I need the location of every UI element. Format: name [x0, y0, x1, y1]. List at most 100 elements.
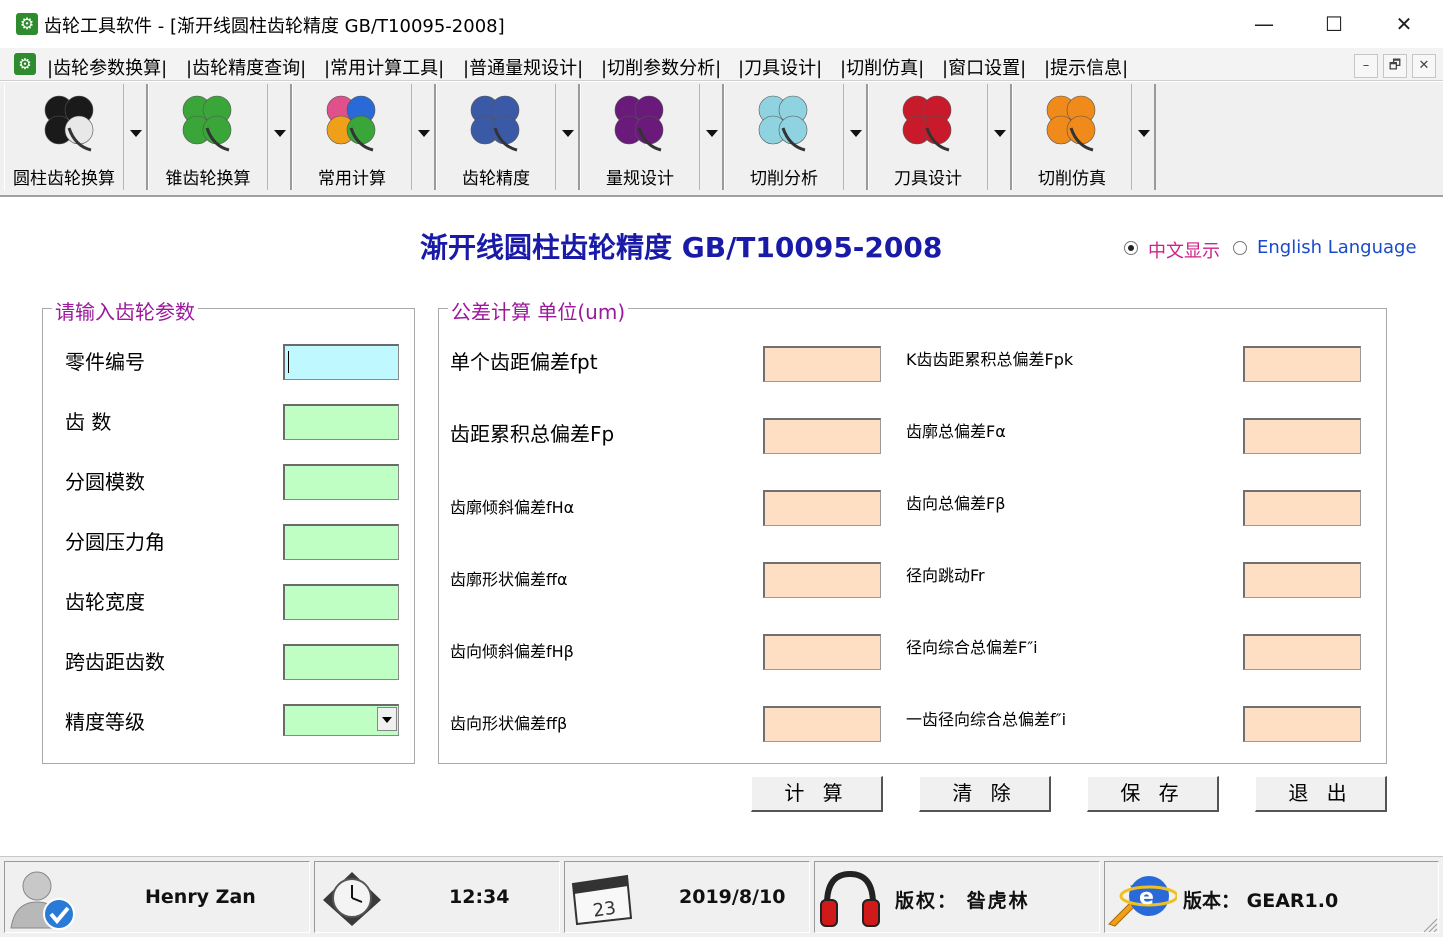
result-ffa-label: 齿廓形状偏差ffα	[450, 570, 568, 589]
window-title: 齿轮工具软件 - [渐开线圆柱齿轮精度 GB/T10095-2008]	[44, 16, 505, 37]
title-bar: ⚙ 齿轮工具软件 - [渐开线圆柱齿轮精度 GB/T10095-2008] — …	[0, 0, 1443, 49]
exit-button[interactable]: 退 出	[1255, 776, 1387, 812]
toolbar: 圆柱齿轮换算 锥齿轮换算 常用计算 齿轮精度 量规设计 切削分析 刀具设计 切削仿真	[0, 82, 1443, 197]
toolbar-dropdown-arrow[interactable]	[267, 84, 292, 190]
result-fha-label: 齿廓倾斜偏差fHα	[450, 498, 575, 517]
toolbar-button-label: 锥齿轮换算	[165, 169, 251, 189]
app-gear-icon[interactable]: ⚙	[16, 13, 38, 35]
mdi-close-button[interactable]: ✕	[1412, 54, 1436, 78]
chevron-down-icon	[850, 130, 862, 137]
dropdown-arrow-icon[interactable]	[377, 707, 397, 731]
toolbar-dropdown-arrow[interactable]	[123, 84, 148, 190]
toolbar-dropdown-arrow[interactable]	[1131, 84, 1156, 190]
result-fpk-label: K齿齿距累积总偏差Fpk	[906, 350, 1074, 369]
status-user-panel: Henry Zan	[4, 861, 310, 933]
pressure-angle-label: 分圆压力角	[65, 530, 165, 554]
label-chinese: 中文显示	[1148, 241, 1220, 262]
resize-grip-icon[interactable]	[1420, 915, 1438, 933]
minimize-button[interactable]: —	[1229, 0, 1299, 48]
gear-precision-button[interactable]: 齿轮精度	[436, 84, 580, 190]
result-fi-single-output	[1243, 706, 1361, 742]
menu-tool-design[interactable]: |刀具设计|	[738, 54, 822, 80]
span-teeth-label: 跨齿距齿数	[65, 650, 165, 674]
bevel-gear-button[interactable]: 锥齿轮换算	[148, 84, 292, 190]
mdi-restore-button[interactable]: 🗗	[1383, 54, 1407, 78]
cylindrical-gear-button[interactable]: 圆柱齿轮换算	[4, 84, 148, 190]
result-fp-label: 齿距累积总偏差Fp	[450, 422, 615, 446]
result-fr-output	[1243, 562, 1361, 598]
result-fr-label: 径向跳动Fr	[906, 566, 985, 585]
result-ffb-label: 齿向形状偏差ffβ	[450, 714, 568, 733]
mdi-gear-icon[interactable]: ⚙	[14, 53, 36, 75]
menu-cutting-params[interactable]: |切削参数分析|	[601, 54, 721, 80]
tooth-count-input[interactable]	[283, 404, 399, 440]
result-fhb-label: 齿向倾斜偏差fHβ	[450, 642, 574, 661]
result-ffb-output	[763, 706, 881, 742]
close-button[interactable]: ✕	[1369, 0, 1439, 48]
chevron-down-icon	[418, 130, 430, 137]
result-fpk-output	[1243, 346, 1361, 382]
result-falpha-output	[1243, 418, 1361, 454]
input-group-title: 请输入齿轮参数	[52, 296, 198, 325]
menu-gear-param[interactable]: |齿轮参数换算|	[47, 54, 167, 80]
gear-width-label: 齿轮宽度	[65, 590, 145, 614]
status-user-name: Henry Zan	[145, 886, 256, 908]
toolbar-button-label: 切削分析	[750, 169, 818, 189]
precision-grade-select[interactable]	[283, 704, 399, 736]
result-fp-output	[763, 418, 881, 454]
mdi-minimize-button[interactable]: –	[1354, 54, 1378, 78]
status-time-panel: 12:34	[314, 861, 560, 933]
result-fi-double-label: 径向综合总偏差F″i	[906, 638, 1038, 657]
clock-icon	[323, 872, 381, 926]
menu-common-tools[interactable]: |常用计算工具|	[324, 54, 444, 80]
menu-gauge-design[interactable]: |普通量规设计|	[463, 54, 583, 80]
chevron-down-icon	[1138, 130, 1150, 137]
result-group-title: 公差计算 单位(um)	[448, 296, 629, 325]
toolbar-dropdown-arrow[interactable]	[699, 84, 724, 190]
toolbar-dropdown-arrow[interactable]	[987, 84, 1012, 190]
label-english: English Language	[1257, 237, 1417, 258]
gear-width-input[interactable]	[283, 584, 399, 620]
user-avatar-icon	[10, 871, 75, 930]
toolbar-dropdown-arrow[interactable]	[555, 84, 580, 190]
toolbar-button-label: 切削仿真	[1038, 169, 1106, 189]
result-fha-output	[763, 490, 881, 526]
toolbar-dropdown-arrow[interactable]	[843, 84, 868, 190]
menu-tips[interactable]: |提示信息|	[1044, 54, 1128, 80]
module-input[interactable]	[283, 464, 399, 500]
result-falpha-label: 齿廓总偏差Fα	[906, 422, 1006, 441]
chevron-down-icon	[130, 130, 142, 137]
calculate-button[interactable]: 计 算	[751, 776, 883, 812]
clear-button[interactable]: 清 除	[919, 776, 1051, 812]
status-bar: Henry Zan 12:34 23 2019/8/10 版权： 昝虎林 e 版…	[0, 856, 1443, 937]
menu-cutting-sim[interactable]: |切削仿真|	[840, 54, 924, 80]
part-number-input[interactable]	[283, 344, 399, 380]
tool-design-button[interactable]: 刀具设计	[868, 84, 1012, 190]
radio-chinese[interactable]	[1124, 241, 1138, 255]
orange-rss-clover-icon	[1046, 95, 1096, 152]
status-version: 版本： GEAR1.0	[1183, 890, 1339, 912]
status-time: 12:34	[449, 886, 510, 908]
chevron-down-icon	[274, 130, 286, 137]
toolbar-button-label: 常用计算	[318, 169, 386, 189]
radio-english[interactable]	[1233, 241, 1247, 255]
calendar-day: 23	[592, 898, 618, 922]
common-calc-button[interactable]: 常用计算	[292, 84, 436, 190]
save-button[interactable]: 保 存	[1087, 776, 1219, 812]
result-fi-single-label: 一齿径向综合总偏差f″i	[906, 710, 1067, 729]
red-clover-icon	[902, 95, 952, 152]
pressure-angle-input[interactable]	[283, 524, 399, 560]
menu-gear-precision[interactable]: |齿轮精度查询|	[186, 54, 306, 80]
cutting-sim-button[interactable]: 切削仿真	[1012, 84, 1156, 190]
text-caret	[288, 351, 289, 373]
cutting-analysis-button[interactable]: 切削分析	[724, 84, 868, 190]
span-teeth-input[interactable]	[283, 644, 399, 680]
result-fhb-output	[763, 634, 881, 670]
toolbar-dropdown-arrow[interactable]	[411, 84, 436, 190]
gauge-design-button[interactable]: 量规设计	[580, 84, 724, 190]
chevron-down-icon	[994, 130, 1006, 137]
part-number-label: 零件编号	[65, 350, 145, 374]
purple-clover-icon	[614, 95, 664, 152]
menu-window-settings[interactable]: |窗口设置|	[942, 54, 1026, 80]
maximize-button[interactable]: ☐	[1299, 0, 1369, 48]
